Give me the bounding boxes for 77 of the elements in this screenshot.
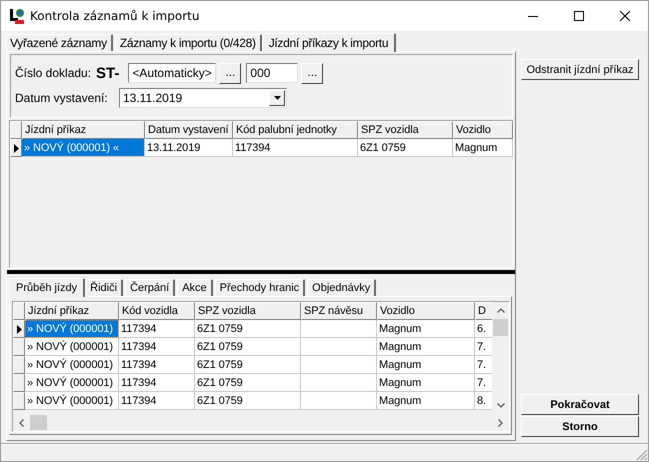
column-header[interactable]: Datum vystavení: [145, 121, 233, 139]
table-cell: 8.: [475, 392, 492, 410]
row-indicator-icon: [16, 324, 22, 334]
table-cell: 117394: [119, 356, 195, 374]
tab[interactable]: Jízdní příkazy k importu: [262, 33, 396, 52]
table-cell: » NOVÝ (000001): [25, 338, 119, 356]
table-cell: 6Z1 0759: [195, 320, 301, 338]
column-header[interactable]: D: [475, 302, 492, 320]
table-cell: Magnum: [377, 320, 475, 338]
date-dropdown[interactable]: 13.11.2019: [119, 88, 287, 108]
row-indicator-icon: [14, 144, 18, 152]
tab[interactable]: Řidiči: [85, 279, 124, 296]
window-title: Kontrola záznamů k importu: [30, 9, 200, 23]
browse-button[interactable]: ...: [301, 62, 324, 84]
table-cell: Magnum: [377, 392, 475, 410]
table-cell: 117394: [119, 338, 195, 356]
row-header[interactable]: [10, 139, 22, 157]
scroll-down-icon[interactable]: [496, 403, 504, 408]
number-prefix: ST-: [96, 64, 120, 82]
table-cell: » NOVÝ (000001): [25, 356, 119, 374]
app-icon: [9, 8, 25, 24]
table-cell: » NOVÝ (000001): [25, 374, 119, 392]
field-label: Číslo dokladu:: [15, 66, 92, 80]
table-cell: Magnum: [377, 374, 475, 392]
remove-order-button[interactable]: Odstranit jízdní příkaz: [521, 59, 639, 80]
table-cell: 6Z1 0759: [195, 356, 301, 374]
column-header[interactable]: Kód palubní jednotky: [233, 121, 358, 139]
maximize-button[interactable]: [574, 11, 584, 21]
column-header[interactable]: SPZ návěsu: [301, 302, 377, 320]
tab[interactable]: Přechody hranic: [214, 279, 306, 296]
table-cell: 6Z1 0759: [195, 338, 301, 356]
input-field[interactable]: 000: [246, 63, 298, 83]
input-field[interactable]: <Automaticky>: [128, 63, 216, 83]
table-cell: Magnum: [453, 139, 513, 157]
table-cell: 6.: [475, 320, 492, 338]
table-cell: » NOVÝ (000001) «: [22, 139, 145, 157]
table-cell: 7.: [475, 374, 492, 392]
table-cell: 7.: [475, 338, 492, 356]
close-button[interactable]: [620, 11, 630, 21]
column-header[interactable]: Jízdní příkaz: [25, 302, 119, 320]
tab[interactable]: Objednávky: [307, 279, 376, 296]
dialog-button[interactable]: Pokračovat: [521, 394, 639, 415]
row-header[interactable]: [13, 320, 25, 338]
dropdown-arrow-icon: [274, 96, 280, 100]
column-header[interactable]: SPZ vozidla: [195, 302, 301, 320]
table-cell: » NOVÝ (000001): [25, 320, 119, 338]
table-cell: 117394: [119, 392, 195, 410]
table-cell: 117394: [119, 320, 195, 338]
dialog-button[interactable]: Storno: [521, 416, 639, 437]
table-cell: 6Z1 0759: [195, 392, 301, 410]
table-cell: 6Z1 0759: [358, 139, 453, 157]
resize-grip-icon[interactable]: [636, 449, 648, 461]
scroll-thumb[interactable]: [493, 319, 508, 336]
table-cell: 117394: [233, 139, 358, 157]
browse-button[interactable]: ...: [219, 62, 242, 84]
scroll-up-icon[interactable]: [496, 308, 504, 313]
tab[interactable]: Vyřazené záznamy: [5, 34, 113, 51]
table-cell: 117394: [119, 374, 195, 392]
scroll-right-icon[interactable]: [498, 418, 503, 426]
table-cell: Magnum: [377, 356, 475, 374]
field-label: Datum vystavení:: [15, 91, 109, 105]
tab[interactable]: Akce: [177, 279, 213, 296]
table-cell: » NOVÝ (000001): [25, 392, 119, 410]
column-header[interactable]: Vozidlo: [453, 121, 513, 139]
scroll-left-icon[interactable]: [19, 418, 24, 426]
table-cell: Magnum: [377, 338, 475, 356]
column-header[interactable]: SPZ vozidla: [358, 121, 453, 139]
column-header[interactable]: Jízdní příkaz: [22, 121, 145, 139]
table-cell: 6Z1 0759: [195, 374, 301, 392]
column-header[interactable]: Vozidlo: [377, 302, 475, 320]
tab[interactable]: Čerpání: [125, 279, 176, 296]
table-cell: 7.: [475, 356, 492, 374]
table-cell: 13.11.2019: [145, 139, 233, 157]
column-header[interactable]: Kód vozidla: [119, 302, 195, 320]
scroll-thumb[interactable]: [30, 415, 47, 430]
tab[interactable]: Průběh jízdy: [9, 278, 86, 297]
tab[interactable]: Záznamy k importu (0/428): [114, 34, 262, 51]
